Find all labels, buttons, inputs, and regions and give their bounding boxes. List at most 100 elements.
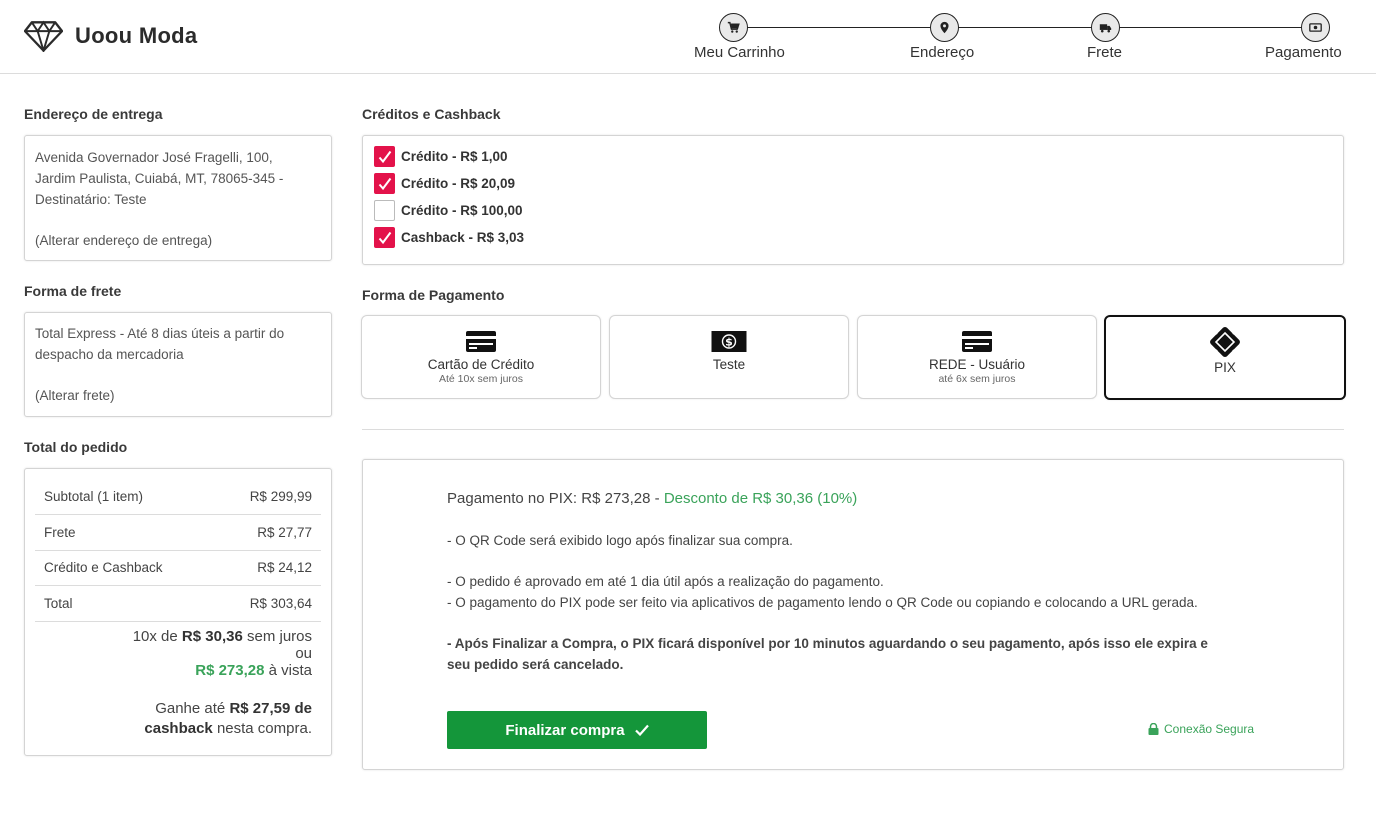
- check-icon: [378, 177, 391, 190]
- address-line: Avenida Governador José Fragelli, 100,: [35, 150, 273, 165]
- checkbox-checked[interactable]: [374, 173, 395, 194]
- installments-prefix: 10x de: [132, 628, 182, 645]
- brand-logo[interactable]: Uoou Moda: [24, 20, 197, 52]
- totals-label: Frete: [44, 525, 76, 540]
- step-payment[interactable]: [1301, 13, 1330, 42]
- check-icon: [378, 150, 391, 163]
- shipping-line: despacho da mercadoria: [35, 347, 184, 362]
- credit-option[interactable]: Crédito - R$ 1,00: [374, 146, 508, 167]
- secure-label: Conexão Segura: [1164, 722, 1255, 736]
- pix-warning-line: - Após Finalizar a Compra, o PIX ficará …: [447, 636, 1208, 651]
- stepper-line: [734, 27, 1316, 28]
- installments-info: 10x de R$ 30,36 sem juros ou R$ 273,28 à…: [133, 628, 312, 679]
- totals-value: R$ 27,77: [257, 525, 312, 540]
- cashback-info: Ganhe até R$ 27,59 de cashback nesta com…: [144, 699, 312, 739]
- header: Uoou Moda Meu Carrinho Endereço Frete Pa…: [0, 0, 1376, 74]
- payment-method-sub: Até 10x sem juros: [438, 373, 524, 385]
- step-address[interactable]: [930, 13, 959, 42]
- cashback-prefix: Ganhe até: [155, 700, 230, 717]
- credit-option[interactable]: Crédito - R$ 100,00: [374, 200, 523, 221]
- lock-icon: [1148, 723, 1159, 735]
- checkbox-checked[interactable]: [374, 146, 395, 167]
- credit-label[interactable]: Crédito - R$ 20,09: [401, 176, 515, 191]
- address-line: Destinatário: Teste: [35, 192, 147, 207]
- credits-box: Crédito - R$ 1,00 Crédito - R$ 20,09 Cré…: [362, 135, 1344, 265]
- shipping-box: Total Express - Até 8 dias úteis a parti…: [24, 312, 332, 417]
- totals-row-total: Total R$ 303,64: [35, 586, 321, 622]
- pix-info-payment: - O pagamento do PIX pode ser feito via …: [447, 595, 1198, 610]
- totals-title: Total do pedido: [24, 439, 128, 455]
- pix-info-qr: - O QR Code será exibido logo após final…: [447, 533, 793, 548]
- address-box: Avenida Governador José Fragelli, 100, J…: [24, 135, 332, 261]
- diamond-icon: [24, 20, 63, 52]
- change-shipping-link[interactable]: (Alterar frete): [35, 385, 115, 406]
- money-bill-icon: [1309, 23, 1322, 32]
- cashback-suffix: nesta compra.: [212, 720, 312, 737]
- totals-row-subtotal: Subtotal (1 item) R$ 299,99: [35, 479, 321, 515]
- step-label-shipping[interactable]: Frete: [1087, 44, 1122, 61]
- address-title: Endereço de entrega: [24, 106, 163, 122]
- step-label-cart[interactable]: Meu Carrinho: [694, 44, 785, 61]
- totals-value: R$ 303,64: [249, 596, 312, 611]
- cashback-word: cashback: [144, 720, 213, 737]
- pix-details-box: Pagamento no PIX: R$ 273,28 - Desconto d…: [362, 459, 1344, 770]
- cash-suffix: à vista: [264, 662, 312, 679]
- totals-label: Subtotal (1 item): [44, 489, 144, 504]
- secure-connection: Conexão Segura: [1148, 722, 1254, 736]
- payment-title: Forma de Pagamento: [362, 287, 505, 303]
- payment-method-rede[interactable]: REDE - Usuário até 6x sem juros: [857, 315, 1097, 399]
- totals-value: R$ 299,99: [249, 489, 312, 504]
- installments-line: 10x de R$ 30,36 sem juros: [133, 628, 312, 645]
- checkbox-unchecked[interactable]: [374, 200, 395, 221]
- pix-warning: - Após Finalizar a Compra, o PIX ficará …: [447, 633, 1208, 675]
- totals-label: Total: [44, 596, 73, 611]
- credits-title: Créditos e Cashback: [362, 106, 501, 122]
- payment-method-credit-card[interactable]: Cartão de Crédito Até 10x sem juros: [361, 315, 601, 399]
- check-icon: [378, 231, 391, 244]
- finalize-purchase-button[interactable]: Finalizar compra: [447, 711, 707, 749]
- cashback-line: cashback nesta compra.: [144, 719, 312, 739]
- credit-option[interactable]: Crédito - R$ 20,09: [374, 173, 515, 194]
- payment-method-teste[interactable]: $ Teste: [609, 315, 849, 399]
- shipping-text: Total Express - Até 8 dias úteis a parti…: [35, 323, 284, 365]
- brand-name: Uoou Moda: [75, 23, 198, 48]
- credit-label[interactable]: Crédito - R$ 1,00: [401, 149, 508, 164]
- payment-method-name: REDE - Usuário: [928, 357, 1026, 372]
- pix-warning-line: seu pedido será cancelado.: [447, 657, 624, 672]
- pix-amount: Pagamento no PIX: R$ 273,28 -: [447, 490, 664, 507]
- totals-value: R$ 24,12: [257, 560, 312, 575]
- totals-row-credit: Crédito e Cashback R$ 24,12: [35, 550, 321, 586]
- change-address-link[interactable]: (Alterar endereço de entrega): [35, 230, 212, 251]
- payment-method-name: Teste: [712, 357, 746, 372]
- cashback-line: Ganhe até R$ 27,59 de: [144, 699, 312, 719]
- address-line: Jardim Paulista, Cuiabá, MT, 78065-345 -: [35, 171, 284, 186]
- payment-method-pix[interactable]: PIX: [1104, 315, 1346, 400]
- shipping-line: Total Express - Até 8 dias úteis a parti…: [35, 326, 285, 341]
- svg-text:$: $: [725, 336, 733, 349]
- step-shipping[interactable]: [1091, 13, 1120, 42]
- check-icon: [634, 724, 649, 736]
- credit-label[interactable]: Crédito - R$ 100,00: [401, 203, 523, 218]
- pix-discount: Desconto de R$ 30,36 (10%): [663, 490, 858, 507]
- finalize-label: Finalizar compra: [505, 721, 625, 739]
- cashback-value: R$ 27,59 de: [229, 700, 312, 717]
- totals-row-shipping: Frete R$ 27,77: [35, 515, 321, 551]
- or-text: ou: [295, 645, 312, 662]
- step-label-address[interactable]: Endereço: [910, 44, 974, 61]
- totals-label: Crédito e Cashback: [44, 560, 163, 575]
- map-pin-icon: [940, 21, 949, 34]
- credit-label[interactable]: Cashback - R$ 3,03: [401, 230, 524, 245]
- truck-icon: [1099, 24, 1112, 33]
- cash-line: R$ 273,28 à vista: [133, 662, 312, 679]
- address-text: Avenida Governador José Fragelli, 100, J…: [35, 147, 283, 210]
- step-label-payment[interactable]: Pagamento: [1265, 44, 1342, 61]
- totals-box: Subtotal (1 item) R$ 299,99 Frete R$ 27,…: [24, 468, 332, 756]
- cash-value: R$ 273,28: [195, 662, 265, 679]
- section-divider: [362, 429, 1344, 430]
- credit-card-icon: [962, 331, 992, 352]
- money-icon: $: [711, 331, 747, 352]
- checkbox-checked[interactable]: [374, 227, 395, 248]
- cashback-option[interactable]: Cashback - R$ 3,03: [374, 227, 524, 248]
- step-cart[interactable]: [719, 13, 748, 42]
- installments-value: R$ 30,36: [181, 628, 243, 645]
